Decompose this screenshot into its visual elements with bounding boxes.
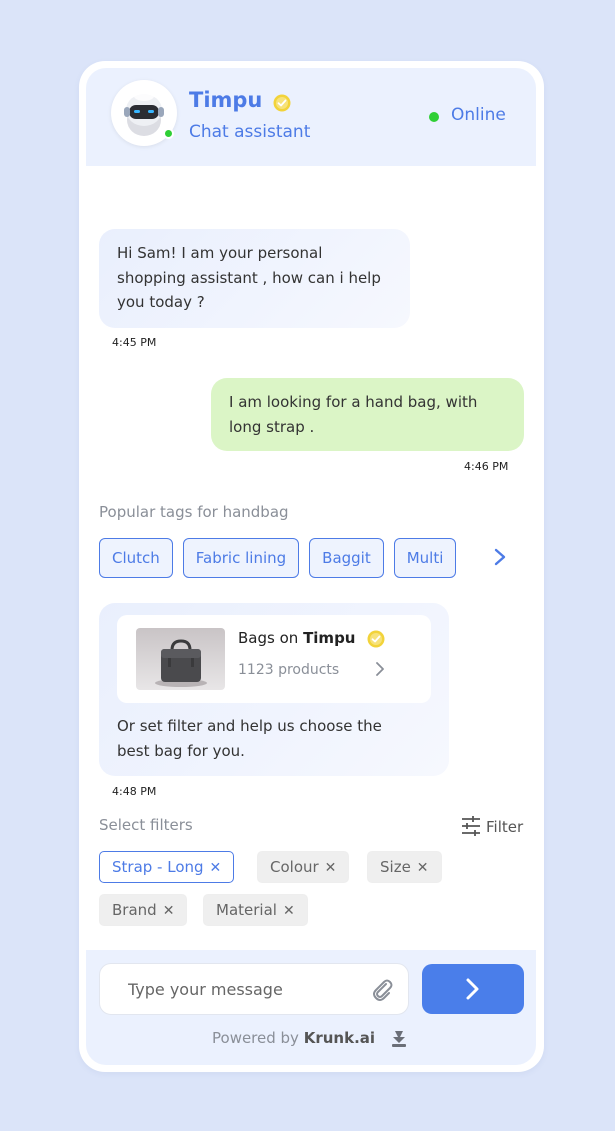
online-status: Online bbox=[451, 105, 506, 125]
avatar-online-dot bbox=[163, 128, 174, 139]
filters-label: Select filters bbox=[99, 816, 193, 834]
tag-clutch[interactable]: Clutch bbox=[99, 538, 173, 578]
filter-chip-size[interactable]: Size ✕ bbox=[367, 851, 442, 883]
close-icon[interactable]: ✕ bbox=[417, 853, 429, 883]
brand-icon bbox=[392, 1031, 406, 1047]
close-icon[interactable]: ✕ bbox=[210, 853, 222, 883]
message-input[interactable] bbox=[99, 963, 409, 1015]
close-icon[interactable]: ✕ bbox=[283, 896, 295, 926]
chevron-right-icon[interactable] bbox=[372, 660, 388, 678]
product-message-text: Or set filter and help us choose the bes… bbox=[117, 717, 382, 760]
chevron-right-icon[interactable] bbox=[490, 547, 510, 567]
filter-button[interactable]: Filter bbox=[458, 814, 528, 840]
filter-chip-label: Material bbox=[216, 901, 277, 919]
filter-button-label: Filter bbox=[486, 818, 524, 836]
powered-brand: Krunk.ai bbox=[303, 1029, 376, 1047]
message-time: 4:45 PM bbox=[112, 336, 157, 349]
popular-tags-label: Popular tags for handbag bbox=[99, 503, 289, 521]
filter-chip-brand[interactable]: Brand ✕ bbox=[99, 894, 188, 926]
close-icon[interactable]: ✕ bbox=[163, 896, 175, 926]
filter-chip-material[interactable]: Material ✕ bbox=[203, 894, 308, 926]
filter-chip-label: Size bbox=[380, 858, 411, 876]
product-title: Bags on Timpu bbox=[238, 629, 356, 647]
send-button[interactable] bbox=[422, 964, 524, 1014]
bot-message: Hi Sam! I am your personal shopping assi… bbox=[99, 229, 410, 328]
filter-chip-label: Strap - Long bbox=[112, 858, 204, 876]
close-icon[interactable]: ✕ bbox=[325, 853, 337, 883]
product-thumbnail bbox=[136, 628, 225, 690]
bot-name: Timpu bbox=[189, 88, 263, 112]
filter-chip-label: Colour bbox=[270, 858, 319, 876]
verified-icon bbox=[273, 94, 291, 112]
product-count: 1123 products bbox=[238, 662, 340, 678]
send-icon bbox=[466, 978, 479, 1000]
filter-chip-label: Brand bbox=[112, 901, 157, 919]
filter-icon bbox=[462, 816, 480, 836]
filter-chip-strap-long[interactable]: Strap - Long ✕ bbox=[99, 851, 235, 883]
user-message: I am looking for a hand bag, with long s… bbox=[211, 378, 524, 451]
message-time: 4:46 PM bbox=[464, 460, 509, 473]
online-status-dot bbox=[429, 112, 439, 122]
filter-chip-colour[interactable]: Colour ✕ bbox=[257, 851, 350, 883]
attach-icon[interactable] bbox=[369, 977, 395, 1003]
verified-icon bbox=[367, 630, 385, 648]
popular-tags-row: Clutch Fabric lining Baggit Multi bbox=[99, 538, 477, 578]
bot-role: Chat assistant bbox=[189, 122, 311, 142]
tag-multi[interactable]: Multi bbox=[393, 538, 457, 578]
tag-fabric-lining[interactable]: Fabric lining bbox=[182, 538, 300, 578]
tag-baggit[interactable]: Baggit bbox=[309, 538, 384, 578]
powered-by: Powered by Krunk.ai bbox=[212, 1029, 376, 1047]
message-time: 4:48 PM bbox=[112, 785, 157, 798]
